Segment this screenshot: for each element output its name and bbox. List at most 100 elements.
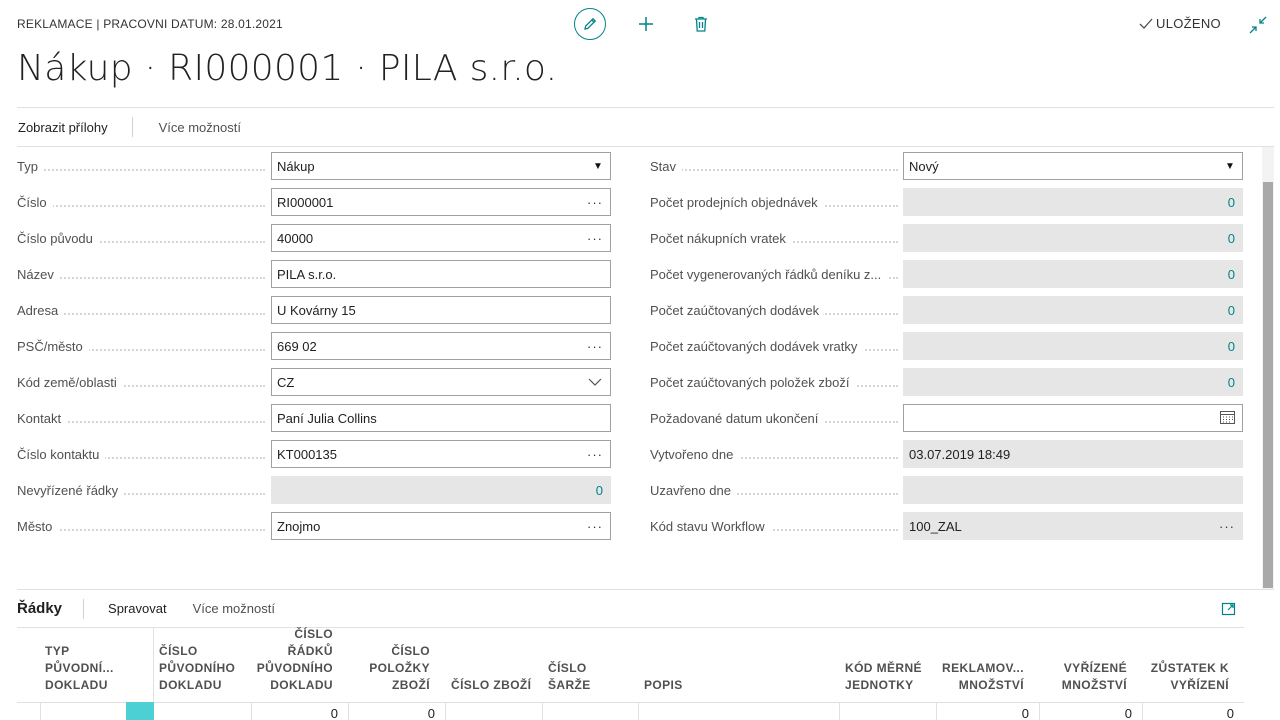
- field-input: 0: [903, 368, 1243, 396]
- field-value: Nový: [909, 158, 939, 174]
- pencil-icon: [584, 17, 597, 30]
- column-header-text: VYŘÍZENÉ: [1063, 661, 1127, 675]
- scrollbar-thumb[interactable]: [1263, 182, 1273, 588]
- column-header-text: PŮVODNÍHO: [159, 661, 236, 675]
- field-row: Počet prodejních objednávek 0: [17, 188, 1245, 216]
- table-cell[interactable]: [153, 703, 251, 720]
- field-label: Počet zaúčtovaných položek zboží: [650, 368, 898, 396]
- field-value: 100_ZAL: [909, 518, 962, 534]
- manage-button[interactable]: Spravovat: [108, 601, 167, 616]
- field-input: 0: [903, 188, 1243, 216]
- column-header[interactable]: REKLAMOV... MNOŽSTVÍ: [936, 628, 1039, 702]
- column-header-text: ZŮSTATEK K: [1150, 661, 1229, 675]
- column-header[interactable]: ČÍSLO POLOŽKY ZBOŽÍ: [348, 628, 445, 702]
- field-input: 0: [903, 332, 1243, 360]
- column-header-text: ŘÁDKŮ: [287, 644, 333, 658]
- field-label: Počet vygenerovaných řádků deníku z...: [650, 260, 898, 288]
- column-header-label: ČÍSLO PŮVODNÍHO DOKLADU: [159, 643, 235, 694]
- table-cell[interactable]: [445, 703, 542, 720]
- field-label: Kód stavu Workflow: [650, 512, 898, 540]
- table-cell[interactable]: [542, 703, 638, 720]
- table-cell[interactable]: 0: [1039, 703, 1142, 720]
- table-cell[interactable]: 0: [251, 703, 348, 720]
- column-header[interactable]: ČÍSLO ŘÁDKŮ PŮVODNÍHO DOKLADU: [251, 627, 348, 702]
- column-header[interactable]: ČÍSLO ZBOŽÍ: [445, 628, 542, 702]
- new-button[interactable]: [634, 12, 658, 36]
- column-header-text: DOKLADU: [159, 678, 222, 692]
- field-row: Uzavřeno dne: [17, 476, 1245, 504]
- column-header-label: ČÍSLO ŠARŽE: [548, 660, 591, 694]
- column-header[interactable]: KÓD MĚRNÉ JEDNOTKY: [839, 628, 936, 702]
- table-row[interactable]: 00000: [17, 702, 1244, 720]
- action-separator: [131, 117, 133, 137]
- field-label-text: Číslo: [17, 194, 53, 210]
- field-label-text: Číslo kontaktu: [17, 446, 106, 462]
- table-cell[interactable]: [638, 703, 839, 720]
- expand-icon: [1221, 602, 1236, 616]
- table-cell[interactable]: 0: [348, 703, 445, 720]
- field-input[interactable]: Nový ▼: [903, 152, 1243, 180]
- show-attachments-button[interactable]: Zobrazit přílohy: [17, 120, 108, 135]
- more-options-button[interactable]: Více možností: [158, 120, 241, 135]
- field-input: 0: [903, 260, 1243, 288]
- column-header-label: VYŘÍZENÉ MNOŽSTVÍ: [1062, 660, 1127, 694]
- selected-cell[interactable]: [126, 702, 154, 720]
- field-value: 0: [1227, 230, 1235, 246]
- column-header-label: TYP PŮVODNÍ... DOKLADU: [45, 643, 114, 694]
- field-row: Vytvořeno dne 03.07.2019 18:49: [17, 440, 1245, 468]
- field-label-text: Počet nákupních vratek: [650, 230, 792, 246]
- field-label: Počet prodejních objednávek: [650, 188, 898, 216]
- field-label-text: Kontakt: [17, 410, 68, 426]
- column-header-text: ČÍSLO: [294, 627, 333, 641]
- field-label-text: Stav: [650, 158, 683, 174]
- column-header-label: REKLAMOV... MNOŽSTVÍ: [942, 660, 1024, 694]
- field-label: Uzavřeno dne: [650, 476, 898, 504]
- collapse-icon: [1249, 16, 1267, 34]
- field-label: Počet zaúčtovaných dodávek vratky: [650, 332, 898, 360]
- field-input: [903, 476, 1243, 504]
- lines-title[interactable]: Řádky: [17, 600, 62, 617]
- top-bar: REKLAMACE | PRACOVNI DATUM: 28.01.2021 U…: [0, 0, 1280, 48]
- column-header[interactable]: ZŮSTATEK K VYŘÍZENÍ: [1142, 628, 1244, 702]
- column-header-text: POPIS: [644, 678, 683, 692]
- delete-button[interactable]: [689, 12, 713, 36]
- field-label-text: Město: [17, 518, 59, 534]
- lines-more-options-button[interactable]: Více možností: [193, 601, 275, 616]
- column-header-label: KÓD MĚRNÉ JEDNOTKY: [845, 660, 922, 694]
- column-header[interactable]: ČÍSLO PŮVODNÍHO DOKLADU: [153, 628, 251, 702]
- open-in-new-window-button[interactable]: [1221, 601, 1237, 617]
- column-header-label: POPIS: [644, 677, 683, 694]
- action-bar: Zobrazit přílohy Více možností: [17, 107, 1274, 147]
- checkmark-icon: [1139, 18, 1153, 29]
- field-label-text: PSČ/město: [17, 338, 89, 354]
- column-header[interactable]: VYŘÍZENÉ MNOŽSTVÍ: [1039, 628, 1142, 702]
- field-label-text: Vytvořeno dne: [650, 446, 740, 462]
- page-title: Nákup · RI000001 · PILA s.r.o.: [17, 48, 558, 89]
- table-cell[interactable]: [839, 703, 936, 720]
- column-header-text: DOKLADU: [270, 678, 333, 692]
- edit-button[interactable]: [574, 8, 606, 40]
- field-label: Stav: [650, 152, 898, 180]
- field-value: 03.07.2019 18:49: [909, 446, 1011, 462]
- lines-separator: [83, 598, 85, 619]
- field-label-text: Název: [17, 266, 60, 282]
- field-row: Počet zaúčtovaných dodávek vratky 0: [17, 332, 1245, 360]
- dropdown-arrow-icon[interactable]: ▼: [1223, 161, 1237, 172]
- column-header-text: PŮVODNÍ...: [45, 661, 114, 675]
- collapse-button[interactable]: [1249, 16, 1267, 34]
- lookup-ellipsis-button[interactable]: ···: [1217, 519, 1237, 534]
- column-header[interactable]: ČÍSLO ŠARŽE: [542, 628, 638, 702]
- column-header[interactable]: TYP PŮVODNÍ... DOKLADU: [17, 628, 153, 702]
- table-cell[interactable]: 0: [1142, 703, 1244, 720]
- field-label-text: Kód stavu Workflow: [650, 518, 771, 534]
- field-input[interactable]: [903, 404, 1243, 432]
- column-header[interactable]: POPIS: [638, 628, 839, 702]
- field-label-text: Počet zaúčtovaných položek zboží: [650, 374, 856, 390]
- field-row: Počet vygenerovaných řádků deníku z... 0: [17, 260, 1245, 288]
- field-value: 0: [1227, 266, 1235, 282]
- field-label-text: Kód země/oblasti: [17, 374, 123, 390]
- field-label-text: Počet zaúčtovaných dodávek vratky: [650, 338, 864, 354]
- plus-icon: [639, 17, 653, 31]
- calendar-icon[interactable]: [1217, 410, 1237, 427]
- table-cell[interactable]: 0: [936, 703, 1039, 720]
